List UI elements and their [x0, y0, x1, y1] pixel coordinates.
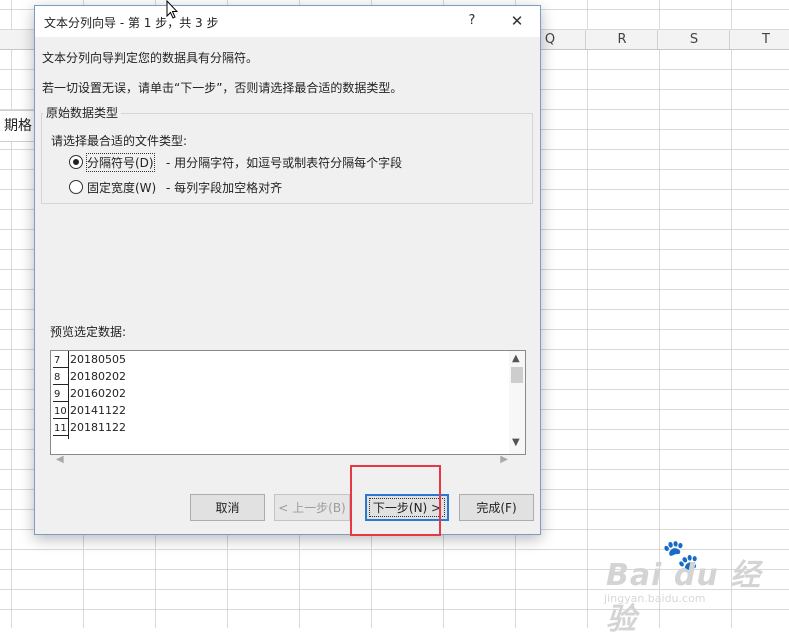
text-to-columns-wizard-dialog: 文本分列向导 - 第 1 步，共 3 步 ? ✕ 文本分列向导判定您的数据具有分…	[34, 5, 541, 535]
scroll-up-icon[interactable]: ▲	[512, 353, 520, 364]
radio-delimited-label[interactable]: 分隔符号(D)	[86, 153, 155, 172]
instruction-text: 若一切设置无误，请单击“下一步”，否则请选择最合适的数据类型。	[42, 81, 403, 95]
row-number: 8	[53, 368, 69, 385]
row-number: 12	[53, 436, 69, 439]
row-number: 9	[53, 385, 69, 402]
preview-row: 9 20160202	[51, 385, 509, 402]
radio-fixed-width-circle[interactable]	[69, 180, 83, 194]
scroll-thumb[interactable]	[511, 367, 523, 383]
column-header-r[interactable]: R	[585, 30, 658, 49]
watermark: 🐾 Bai du 经验 jingyan.baidu.com	[600, 538, 780, 637]
row-value: 19950522	[70, 436, 126, 439]
dialog-title: 文本分列向导 - 第 1 步，共 3 步	[44, 16, 219, 30]
preview-vertical-scrollbar[interactable]: ▲ ▼	[509, 351, 525, 454]
row-number: 7	[53, 351, 69, 368]
close-button[interactable]: ✕	[503, 10, 531, 32]
row-value: 20141122	[70, 404, 126, 417]
row-value: 20181122	[70, 421, 126, 434]
radio-delimited-circle[interactable]	[69, 155, 83, 169]
preview-row: 10 20141122	[51, 402, 509, 419]
back-button[interactable]: < 上一步(B)	[274, 494, 350, 521]
scroll-left-icon[interactable]: ◀	[56, 454, 64, 465]
radio-delimited-desc: - 用分隔字符，如逗号或制表符分隔每个字段	[166, 156, 403, 170]
finish-button[interactable]: 完成(F)	[459, 494, 534, 521]
preview-rows: 7 20180505 8 20180202 9 20160202 10 20141122…	[51, 351, 509, 439]
column-header-s[interactable]: S	[657, 30, 730, 49]
preview-row: 1219950522	[51, 436, 509, 439]
preview-row: 7 20180505	[51, 351, 509, 368]
group-label: 原始数据类型	[43, 104, 122, 121]
cancel-button[interactable]: 取消	[190, 494, 265, 521]
annotation-highlight-box	[350, 465, 441, 536]
mouse-cursor-icon	[166, 0, 178, 19]
radio-fixed-width-label[interactable]: 固定宽度(W)	[87, 179, 156, 196]
data-preview[interactable]: 7 20180505 8 20180202 9 20160202 10 20141122…	[50, 350, 526, 455]
column-header-t[interactable]: T	[729, 30, 789, 49]
dialog-titlebar[interactable]: 文本分列向导 - 第 1 步，共 3 步 ? ✕	[35, 6, 540, 37]
help-button[interactable]: ?	[459, 10, 485, 32]
row-value: 20160202	[70, 387, 126, 400]
watermark-sub: jingyan.baidu.com	[604, 592, 706, 605]
preview-row: 11 20181122	[51, 419, 509, 436]
scroll-down-icon[interactable]: ▼	[512, 437, 520, 448]
radio-fixed-width-desc: - 每列字段加空格对齐	[166, 181, 283, 195]
intro-text: 文本分列向导判定您的数据具有分隔符。	[42, 51, 259, 65]
row-value: 20180202	[70, 370, 126, 383]
scroll-right-icon[interactable]: ▶	[500, 454, 508, 465]
preview-label: 预览选定数据:	[50, 325, 127, 339]
preview-row: 8 20180202	[51, 368, 509, 385]
row-number: 10	[53, 402, 69, 419]
row-number: 11	[53, 419, 69, 436]
row-value: 20180505	[70, 353, 126, 366]
group-prompt: 请选择最合适的文件类型:	[51, 134, 188, 148]
